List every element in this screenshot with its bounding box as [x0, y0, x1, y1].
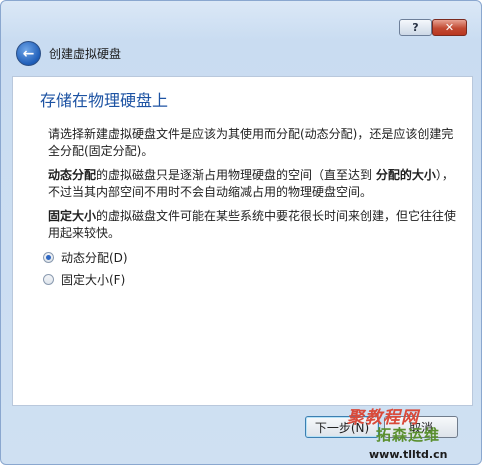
title-bar: ? ✕: [1, 1, 481, 36]
radio-fixed[interactable]: 固定大小(F): [43, 271, 125, 288]
wizard-title: 创建虚拟硬盘: [49, 47, 122, 61]
watermark-line3: www.tlltd.cn: [369, 448, 448, 461]
back-arrow-icon: ←: [22, 45, 35, 62]
radio-selected-dot: [46, 255, 51, 260]
content-panel: 存储在物理硬盘上 请选择新建虚拟硬盘文件是应该为其使用而分配(动态分配)，还是应…: [12, 76, 473, 406]
back-button[interactable]: ←: [16, 41, 41, 66]
page-title: 存储在物理硬盘上: [40, 91, 169, 110]
radio-button-dynamic[interactable]: [43, 252, 54, 263]
radio-label-fixed: 固定大小(F): [61, 273, 126, 287]
wizard-nav: ← 创建虚拟硬盘: [1, 39, 481, 67]
close-button[interactable]: ✕: [432, 19, 467, 36]
watermark-line2: 拓森运维: [376, 426, 441, 444]
wizard-window: ? ✕ ← 创建虚拟硬盘 存储在物理硬盘上 请选择新建虚拟硬盘文件是应该为其使用…: [0, 0, 482, 465]
dynamic-description: 动态分配的虚拟磁盘只是逐渐占用物理硬盘的空间（直至达到 分配的大小），不过当其内…: [48, 167, 458, 201]
radio-dynamic[interactable]: 动态分配(D): [43, 249, 128, 266]
radio-label-dynamic: 动态分配(D): [61, 251, 128, 265]
dynamic-text-1: 的虚拟磁盘只是逐渐占用物理硬盘的空间（直至达到: [96, 168, 376, 182]
intro-text: 请选择新建虚拟硬盘文件是应该为其使用而分配(动态分配)，还是应该创建完全分配(固…: [48, 127, 454, 158]
dynamic-term: 动态分配: [48, 168, 97, 182]
allocated-size-term: 分配的大小: [375, 168, 436, 182]
help-button[interactable]: ?: [399, 19, 432, 36]
radio-button-fixed[interactable]: [43, 274, 54, 285]
fixed-description: 固定大小的虚拟磁盘文件可能在某些系统中要花很长时间来创建，但它往往使用起来较快。: [48, 208, 458, 242]
fixed-term: 固定大小: [48, 209, 97, 223]
fixed-text: 的虚拟磁盘文件可能在某些系统中要花很长时间来创建，但它往往使用起来较快。: [48, 209, 457, 240]
